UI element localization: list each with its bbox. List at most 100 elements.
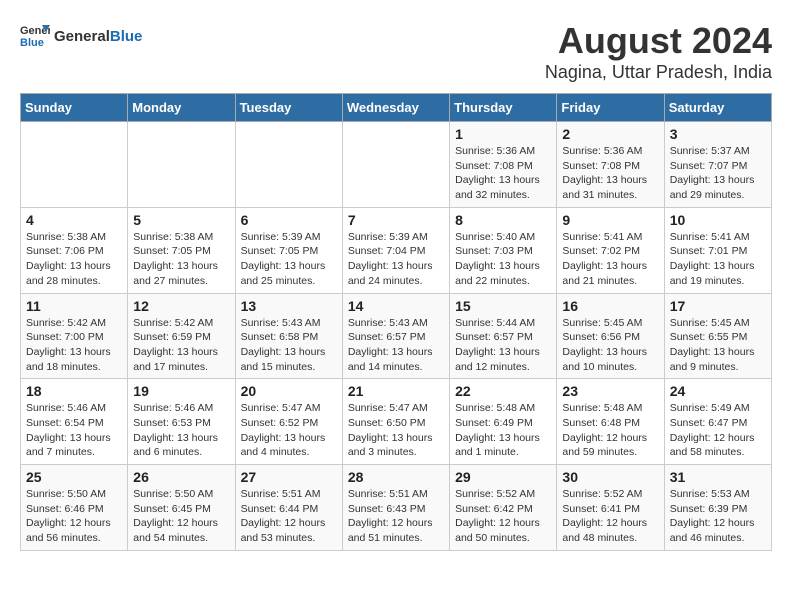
day-of-week-header: Thursday — [450, 94, 557, 122]
day-number: 17 — [670, 298, 766, 314]
calendar-cell — [21, 122, 128, 208]
day-info: Sunrise: 5:52 AMSunset: 6:42 PMDaylight:… — [455, 487, 551, 546]
day-info: Sunrise: 5:46 AMSunset: 6:54 PMDaylight:… — [26, 401, 122, 460]
calendar-cell: 22 Sunrise: 5:48 AMSunset: 6:49 PMDayligh… — [450, 379, 557, 465]
calendar-week-row: 25 Sunrise: 5:50 AMSunset: 6:46 PMDayligh… — [21, 465, 772, 551]
day-number: 12 — [133, 298, 229, 314]
calendar-week-row: 4Sunrise: 5:38 AMSunset: 7:06 PMDaylight… — [21, 207, 772, 293]
calendar-cell: 1 Sunrise: 5:36 AMSunset: 7:08 PMDaylight… — [450, 122, 557, 208]
day-number: 30 — [562, 469, 658, 485]
calendar-cell: 12 Sunrise: 5:42 AMSunset: 6:59 PMDayligh… — [128, 293, 235, 379]
day-number: 19 — [133, 383, 229, 399]
day-info: Sunrise: 5:51 AMSunset: 6:43 PMDaylight:… — [348, 487, 444, 546]
day-info: Sunrise: 5:47 AMSunset: 6:50 PMDaylight:… — [348, 401, 444, 460]
day-number: 2 — [562, 126, 658, 142]
svg-text:Blue: Blue — [20, 37, 44, 49]
day-number: 14 — [348, 298, 444, 314]
calendar-cell: 16 Sunrise: 5:45 AMSunset: 6:56 PMDayligh… — [557, 293, 664, 379]
calendar-cell: 31 Sunrise: 5:53 AMSunset: 6:39 PMDayligh… — [664, 465, 771, 551]
calendar-table: SundayMondayTuesdayWednesdayThursdayFrid… — [20, 93, 772, 551]
calendar-cell: 8Sunrise: 5:40 AMSunset: 7:03 PMDaylight… — [450, 207, 557, 293]
day-info: Sunrise: 5:50 AMSunset: 6:45 PMDaylight:… — [133, 487, 229, 546]
day-info: Sunrise: 5:43 AMSunset: 6:58 PMDaylight:… — [241, 316, 337, 375]
day-number: 20 — [241, 383, 337, 399]
day-number: 22 — [455, 383, 551, 399]
day-number: 29 — [455, 469, 551, 485]
calendar-cell: 3Sunrise: 5:37 AMSunset: 7:07 PMDaylight… — [664, 122, 771, 208]
logo: General Blue General Blue — [20, 20, 142, 50]
day-info: Sunrise: 5:46 AMSunset: 6:53 PMDaylight:… — [133, 401, 229, 460]
calendar-cell: 4Sunrise: 5:38 AMSunset: 7:06 PMDaylight… — [21, 207, 128, 293]
logo-icon: General Blue — [20, 20, 50, 50]
calendar-cell: 25 Sunrise: 5:50 AMSunset: 6:46 PMDayligh… — [21, 465, 128, 551]
calendar-cell — [235, 122, 342, 208]
calendar-cell: 28 Sunrise: 5:51 AMSunset: 6:43 PMDayligh… — [342, 465, 449, 551]
day-info: Sunrise: 5:44 AMSunset: 6:57 PMDaylight:… — [455, 316, 551, 375]
calendar-cell: 20 Sunrise: 5:47 AMSunset: 6:52 PMDayligh… — [235, 379, 342, 465]
day-info: Sunrise: 5:52 AMSunset: 6:41 PMDaylight:… — [562, 487, 658, 546]
day-of-week-header: Wednesday — [342, 94, 449, 122]
day-number: 6 — [241, 212, 337, 228]
day-number: 27 — [241, 469, 337, 485]
day-info: Sunrise: 5:36 AMSunset: 7:08 PMDaylight:… — [562, 144, 658, 203]
calendar-cell: 6 Sunrise: 5:39 AMSunset: 7:05 PMDaylight… — [235, 207, 342, 293]
calendar-cell: 10Sunrise: 5:41 AMSunset: 7:01 PMDayligh… — [664, 207, 771, 293]
day-number: 4 — [26, 212, 122, 228]
day-number: 8 — [455, 212, 551, 228]
calendar-cell: 23 Sunrise: 5:48 AMSunset: 6:48 PMDayligh… — [557, 379, 664, 465]
day-info: Sunrise: 5:42 AMSunset: 7:00 PMDaylight:… — [26, 316, 122, 375]
day-number: 5 — [133, 212, 229, 228]
calendar-cell: 14 Sunrise: 5:43 AMSunset: 6:57 PMDayligh… — [342, 293, 449, 379]
day-info: Sunrise: 5:41 AMSunset: 7:02 PMDaylight:… — [562, 230, 658, 289]
day-info: Sunrise: 5:36 AMSunset: 7:08 PMDaylight:… — [455, 144, 551, 203]
calendar-cell: 29 Sunrise: 5:52 AMSunset: 6:42 PMDayligh… — [450, 465, 557, 551]
day-info: Sunrise: 5:51 AMSunset: 6:44 PMDaylight:… — [241, 487, 337, 546]
day-of-week-header: Friday — [557, 94, 664, 122]
day-number: 16 — [562, 298, 658, 314]
calendar-cell — [342, 122, 449, 208]
day-number: 1 — [455, 126, 551, 142]
day-number: 23 — [562, 383, 658, 399]
calendar-header-row: SundayMondayTuesdayWednesdayThursdayFrid… — [21, 94, 772, 122]
calendar-cell: 5 Sunrise: 5:38 AMSunset: 7:05 PMDaylight… — [128, 207, 235, 293]
day-number: 25 — [26, 469, 122, 485]
day-number: 13 — [241, 298, 337, 314]
day-info: Sunrise: 5:39 AMSunset: 7:05 PMDaylight:… — [241, 230, 337, 289]
subtitle: Nagina, Uttar Pradesh, India — [545, 62, 772, 83]
day-number: 9 — [562, 212, 658, 228]
day-of-week-header: Sunday — [21, 94, 128, 122]
day-number: 26 — [133, 469, 229, 485]
day-number: 31 — [670, 469, 766, 485]
day-number: 28 — [348, 469, 444, 485]
calendar-cell: 26 Sunrise: 5:50 AMSunset: 6:45 PMDayligh… — [128, 465, 235, 551]
day-of-week-header: Saturday — [664, 94, 771, 122]
day-info: Sunrise: 5:53 AMSunset: 6:39 PMDaylight:… — [670, 487, 766, 546]
day-info: Sunrise: 5:48 AMSunset: 6:49 PMDaylight:… — [455, 401, 551, 460]
calendar-cell: 27 Sunrise: 5:51 AMSunset: 6:44 PMDayligh… — [235, 465, 342, 551]
day-info: Sunrise: 5:42 AMSunset: 6:59 PMDaylight:… — [133, 316, 229, 375]
calendar-cell: 30 Sunrise: 5:52 AMSunset: 6:41 PMDayligh… — [557, 465, 664, 551]
calendar-cell: 17 Sunrise: 5:45 AMSunset: 6:55 PMDayligh… — [664, 293, 771, 379]
calendar-cell: 18 Sunrise: 5:46 AMSunset: 6:54 PMDayligh… — [21, 379, 128, 465]
day-info: Sunrise: 5:48 AMSunset: 6:48 PMDaylight:… — [562, 401, 658, 460]
day-number: 21 — [348, 383, 444, 399]
day-info: Sunrise: 5:47 AMSunset: 6:52 PMDaylight:… — [241, 401, 337, 460]
calendar-week-row: 18 Sunrise: 5:46 AMSunset: 6:54 PMDayligh… — [21, 379, 772, 465]
day-info: Sunrise: 5:45 AMSunset: 6:56 PMDaylight:… — [562, 316, 658, 375]
calendar-cell: 2 Sunrise: 5:36 AMSunset: 7:08 PMDaylight… — [557, 122, 664, 208]
day-info: Sunrise: 5:43 AMSunset: 6:57 PMDaylight:… — [348, 316, 444, 375]
day-info: Sunrise: 5:50 AMSunset: 6:46 PMDaylight:… — [26, 487, 122, 546]
calendar-week-row: 1 Sunrise: 5:36 AMSunset: 7:08 PMDaylight… — [21, 122, 772, 208]
calendar-cell: 13 Sunrise: 5:43 AMSunset: 6:58 PMDayligh… — [235, 293, 342, 379]
day-number: 15 — [455, 298, 551, 314]
day-number: 10 — [670, 212, 766, 228]
logo-general-text: General — [54, 28, 110, 45]
day-of-week-header: Monday — [128, 94, 235, 122]
calendar-cell — [128, 122, 235, 208]
calendar-cell: 15 Sunrise: 5:44 AMSunset: 6:57 PMDayligh… — [450, 293, 557, 379]
day-info: Sunrise: 5:45 AMSunset: 6:55 PMDaylight:… — [670, 316, 766, 375]
day-info: Sunrise: 5:38 AMSunset: 7:05 PMDaylight:… — [133, 230, 229, 289]
day-number: 18 — [26, 383, 122, 399]
header: General Blue GeneralBlue August 2024 Nag… — [20, 20, 772, 83]
calendar-week-row: 11Sunrise: 5:42 AMSunset: 7:00 PMDayligh… — [21, 293, 772, 379]
